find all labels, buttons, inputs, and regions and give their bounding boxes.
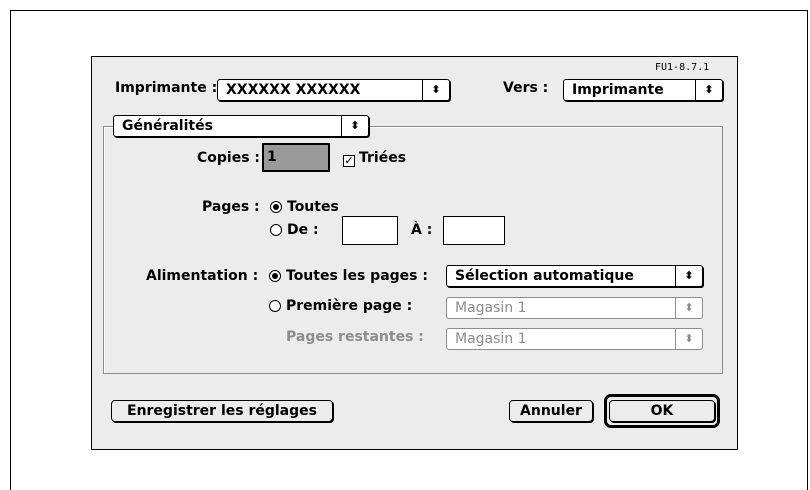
printer-popup[interactable]: XXXXXX XXXXXX ⬍ [217,79,450,101]
popup-arrows-icon: ⬍ [675,266,702,286]
radio-unselected-icon [270,224,282,236]
version-label: FU1-8.7.1 [655,62,710,73]
copies-label: Copies : [197,150,261,166]
pages-all-radio[interactable]: Toutes [270,199,339,215]
radio-selected-icon [269,270,281,282]
remaining-pages-label: Pages restantes : [286,329,424,345]
cancel-button[interactable]: Annuler [509,400,593,422]
popup-arrows-icon: ⬍ [695,80,722,100]
pages-from-label: De : [287,222,319,238]
popup-arrows-icon: ⬍ [675,298,702,318]
pages-from-field[interactable] [342,216,398,245]
popup-arrows-icon: ⬍ [422,80,449,100]
popup-arrows-icon: ⬍ [675,329,702,349]
check-icon: ✓ [343,154,355,167]
radio-selected-icon [270,201,282,213]
pages-to-field[interactable] [443,216,505,245]
pages-all-label: Toutes [287,199,339,215]
copies-field[interactable]: 1 [262,143,330,172]
popup-arrows-icon: ⬍ [341,116,368,136]
remaining-pages-source-popup[interactable]: Magasin 1 ⬍ [446,328,703,350]
all-pages-radio[interactable]: Toutes les pages : [269,268,428,284]
section-popup-value: Généralités [122,118,213,134]
pages-label: Pages : [202,199,260,215]
save-settings-button[interactable]: Enregistrer les réglages [111,400,333,422]
printer-label: Imprimante : [115,80,218,96]
first-page-label: Première page : [286,298,413,314]
first-page-source-popup[interactable]: Magasin 1 ⬍ [446,297,703,319]
paper-source-label: Alimentation : [146,268,259,284]
collated-label: Triées [359,150,407,166]
pages-to-label: À : [411,222,433,238]
destination-label: Vers : [503,80,549,96]
all-pages-source-popup[interactable]: Sélection automatique ⬍ [446,265,703,287]
first-page-source-value: Magasin 1 [455,300,527,316]
pages-range-radio[interactable]: De : [270,222,319,238]
collated-checkbox[interactable]: ✓ Triées [343,150,406,167]
all-pages-source-value: Sélection automatique [455,268,634,284]
first-page-radio[interactable]: Première page : [269,298,412,314]
all-pages-label: Toutes les pages : [286,268,428,284]
radio-unselected-icon [269,300,281,312]
ok-button[interactable]: OK [609,400,715,422]
section-popup[interactable]: Généralités ⬍ [113,115,369,137]
destination-popup[interactable]: Imprimante ⬍ [563,79,723,101]
remaining-pages-source-value: Magasin 1 [455,331,527,347]
printer-popup-value: XXXXXX XXXXXX [226,82,361,98]
destination-popup-value: Imprimante [572,82,664,98]
